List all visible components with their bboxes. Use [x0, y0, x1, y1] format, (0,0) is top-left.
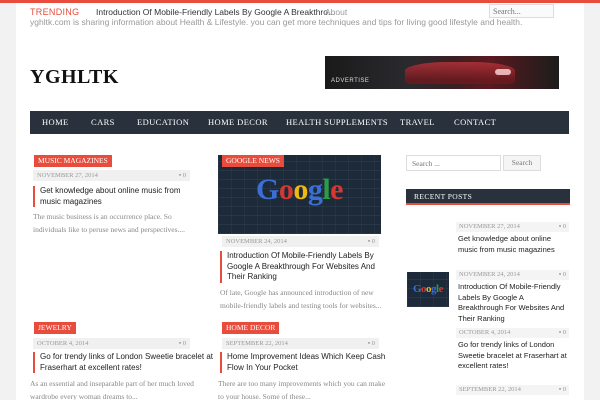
about-label: About [325, 7, 348, 17]
recent-post-meta: SEPTEMBER 22, 2014 ▪ 0 [456, 385, 569, 395]
post-date: NOVEMBER 27, 2014 [37, 172, 98, 179]
post-meta: NOVEMBER 24, 2014 ▪ 0 [222, 236, 379, 247]
comment-count[interactable]: ▪ 0 [179, 170, 186, 181]
recent-post-meta: NOVEMBER 24, 2014 ▪ 0 [456, 270, 569, 280]
recent-posts-label: RECENT POSTS [414, 192, 473, 201]
google-logo: Google [412, 283, 444, 295]
recent-post-thumbnail[interactable]: Google [407, 272, 449, 307]
post-excerpt: There are too many improvements which yo… [218, 379, 386, 400]
comment-count[interactable]: ▪ 0 [368, 236, 375, 247]
post-date: NOVEMBER 24, 2014 [226, 238, 287, 245]
comment-count[interactable]: ▪ 0 [368, 338, 375, 349]
site-logo[interactable]: YGHLTK [30, 66, 119, 89]
recent-post-meta: NOVEMBER 27, 2014 ▪ 0 [456, 222, 569, 232]
nav-item-cars[interactable]: CARS [91, 111, 115, 134]
recent-post-meta: OCTOBER 4, 2014 ▪ 0 [456, 328, 569, 338]
about-description: yghltk.com is sharing information about … [30, 17, 523, 27]
recent-post-date: NOVEMBER 27, 2014 [459, 223, 520, 230]
nav-item-health-supplements[interactable]: HEALTH SUPPLEMENTS [286, 111, 388, 134]
recent-post-title[interactable]: Introduction Of Mobile-Friendly Labels B… [458, 282, 570, 324]
trending-link[interactable]: Introduction Of Mobile-Friendly Labels B… [96, 7, 335, 17]
nav-item-education[interactable]: EDUCATION [137, 111, 189, 134]
category-tag-music[interactable]: MUSIC MAGAZINES [34, 155, 112, 167]
google-logo: Google [255, 173, 344, 206]
comment-count[interactable]: ▪ 0 [559, 270, 566, 280]
post-meta: SEPTEMBER 22, 2014 ▪ 0 [222, 338, 379, 349]
car-headlight [495, 69, 511, 75]
nav-item-contact[interactable]: CONTACT [454, 111, 496, 134]
post-title[interactable]: Home Improvement Ideas Which Keep Cash F… [220, 352, 392, 373]
post-excerpt: As an essential and inseparable part of … [30, 379, 194, 400]
comment-count[interactable]: ▪ 0 [559, 328, 566, 338]
main-nav: HOME CARS EDUCATION HOME DECOR HEALTH SU… [30, 111, 569, 134]
trending-label: TRENDING [30, 7, 80, 17]
nav-item-travel[interactable]: TRAVEL [400, 111, 435, 134]
post-title[interactable]: Introduction Of Mobile-Friendly Labels B… [220, 251, 392, 283]
sidebar-search-button[interactable]: Search [503, 155, 541, 171]
recent-post-date: SEPTEMBER 22, 2014 [459, 386, 521, 393]
recent-post-date: OCTOBER 4, 2014 [459, 329, 511, 336]
post-title[interactable]: Get knowledge about online music from mu… [33, 186, 203, 207]
post-excerpt: The music business is an occurrence plac… [33, 212, 186, 234]
post-date: OCTOBER 4, 2014 [37, 340, 89, 347]
recent-post-title[interactable]: Get knowledge about online music from mu… [458, 234, 570, 255]
post-excerpt: Of late, Google has announced introducti… [220, 288, 382, 310]
recent-posts-heading: RECENT POSTS [406, 189, 570, 205]
post-meta: NOVEMBER 27, 2014 ▪ 0 [33, 170, 190, 181]
ad-banner[interactable]: ADVERTISE [325, 56, 559, 89]
nav-item-home-decor[interactable]: HOME DECOR [208, 111, 268, 134]
ad-label: ADVERTISE [331, 78, 370, 84]
top-search-input[interactable] [489, 4, 554, 18]
category-tag-home-decor[interactable]: HOME DECOR [222, 322, 280, 334]
comment-count[interactable]: ▪ 0 [559, 385, 566, 395]
comment-count[interactable]: ▪ 0 [179, 338, 186, 349]
post-date: SEPTEMBER 22, 2014 [226, 340, 288, 347]
page: TRENDING Introduction Of Mobile-Friendly… [0, 0, 600, 400]
nav-item-home[interactable]: HOME [42, 111, 69, 134]
category-tag-google-news[interactable]: GOOGLE NEWS [222, 155, 284, 167]
post-meta: OCTOBER 4, 2014 ▪ 0 [33, 338, 190, 349]
sidebar-search-input[interactable] [406, 155, 501, 171]
comment-count[interactable]: ▪ 0 [559, 222, 566, 232]
category-tag-jewelry[interactable]: JEWELRY [34, 322, 76, 334]
post-title[interactable]: Go for trendy links of London Sweetie br… [33, 352, 213, 373]
recent-post-date: NOVEMBER 24, 2014 [459, 271, 520, 278]
recent-post-title[interactable]: Go for trendy links of London Sweetie br… [458, 340, 570, 372]
